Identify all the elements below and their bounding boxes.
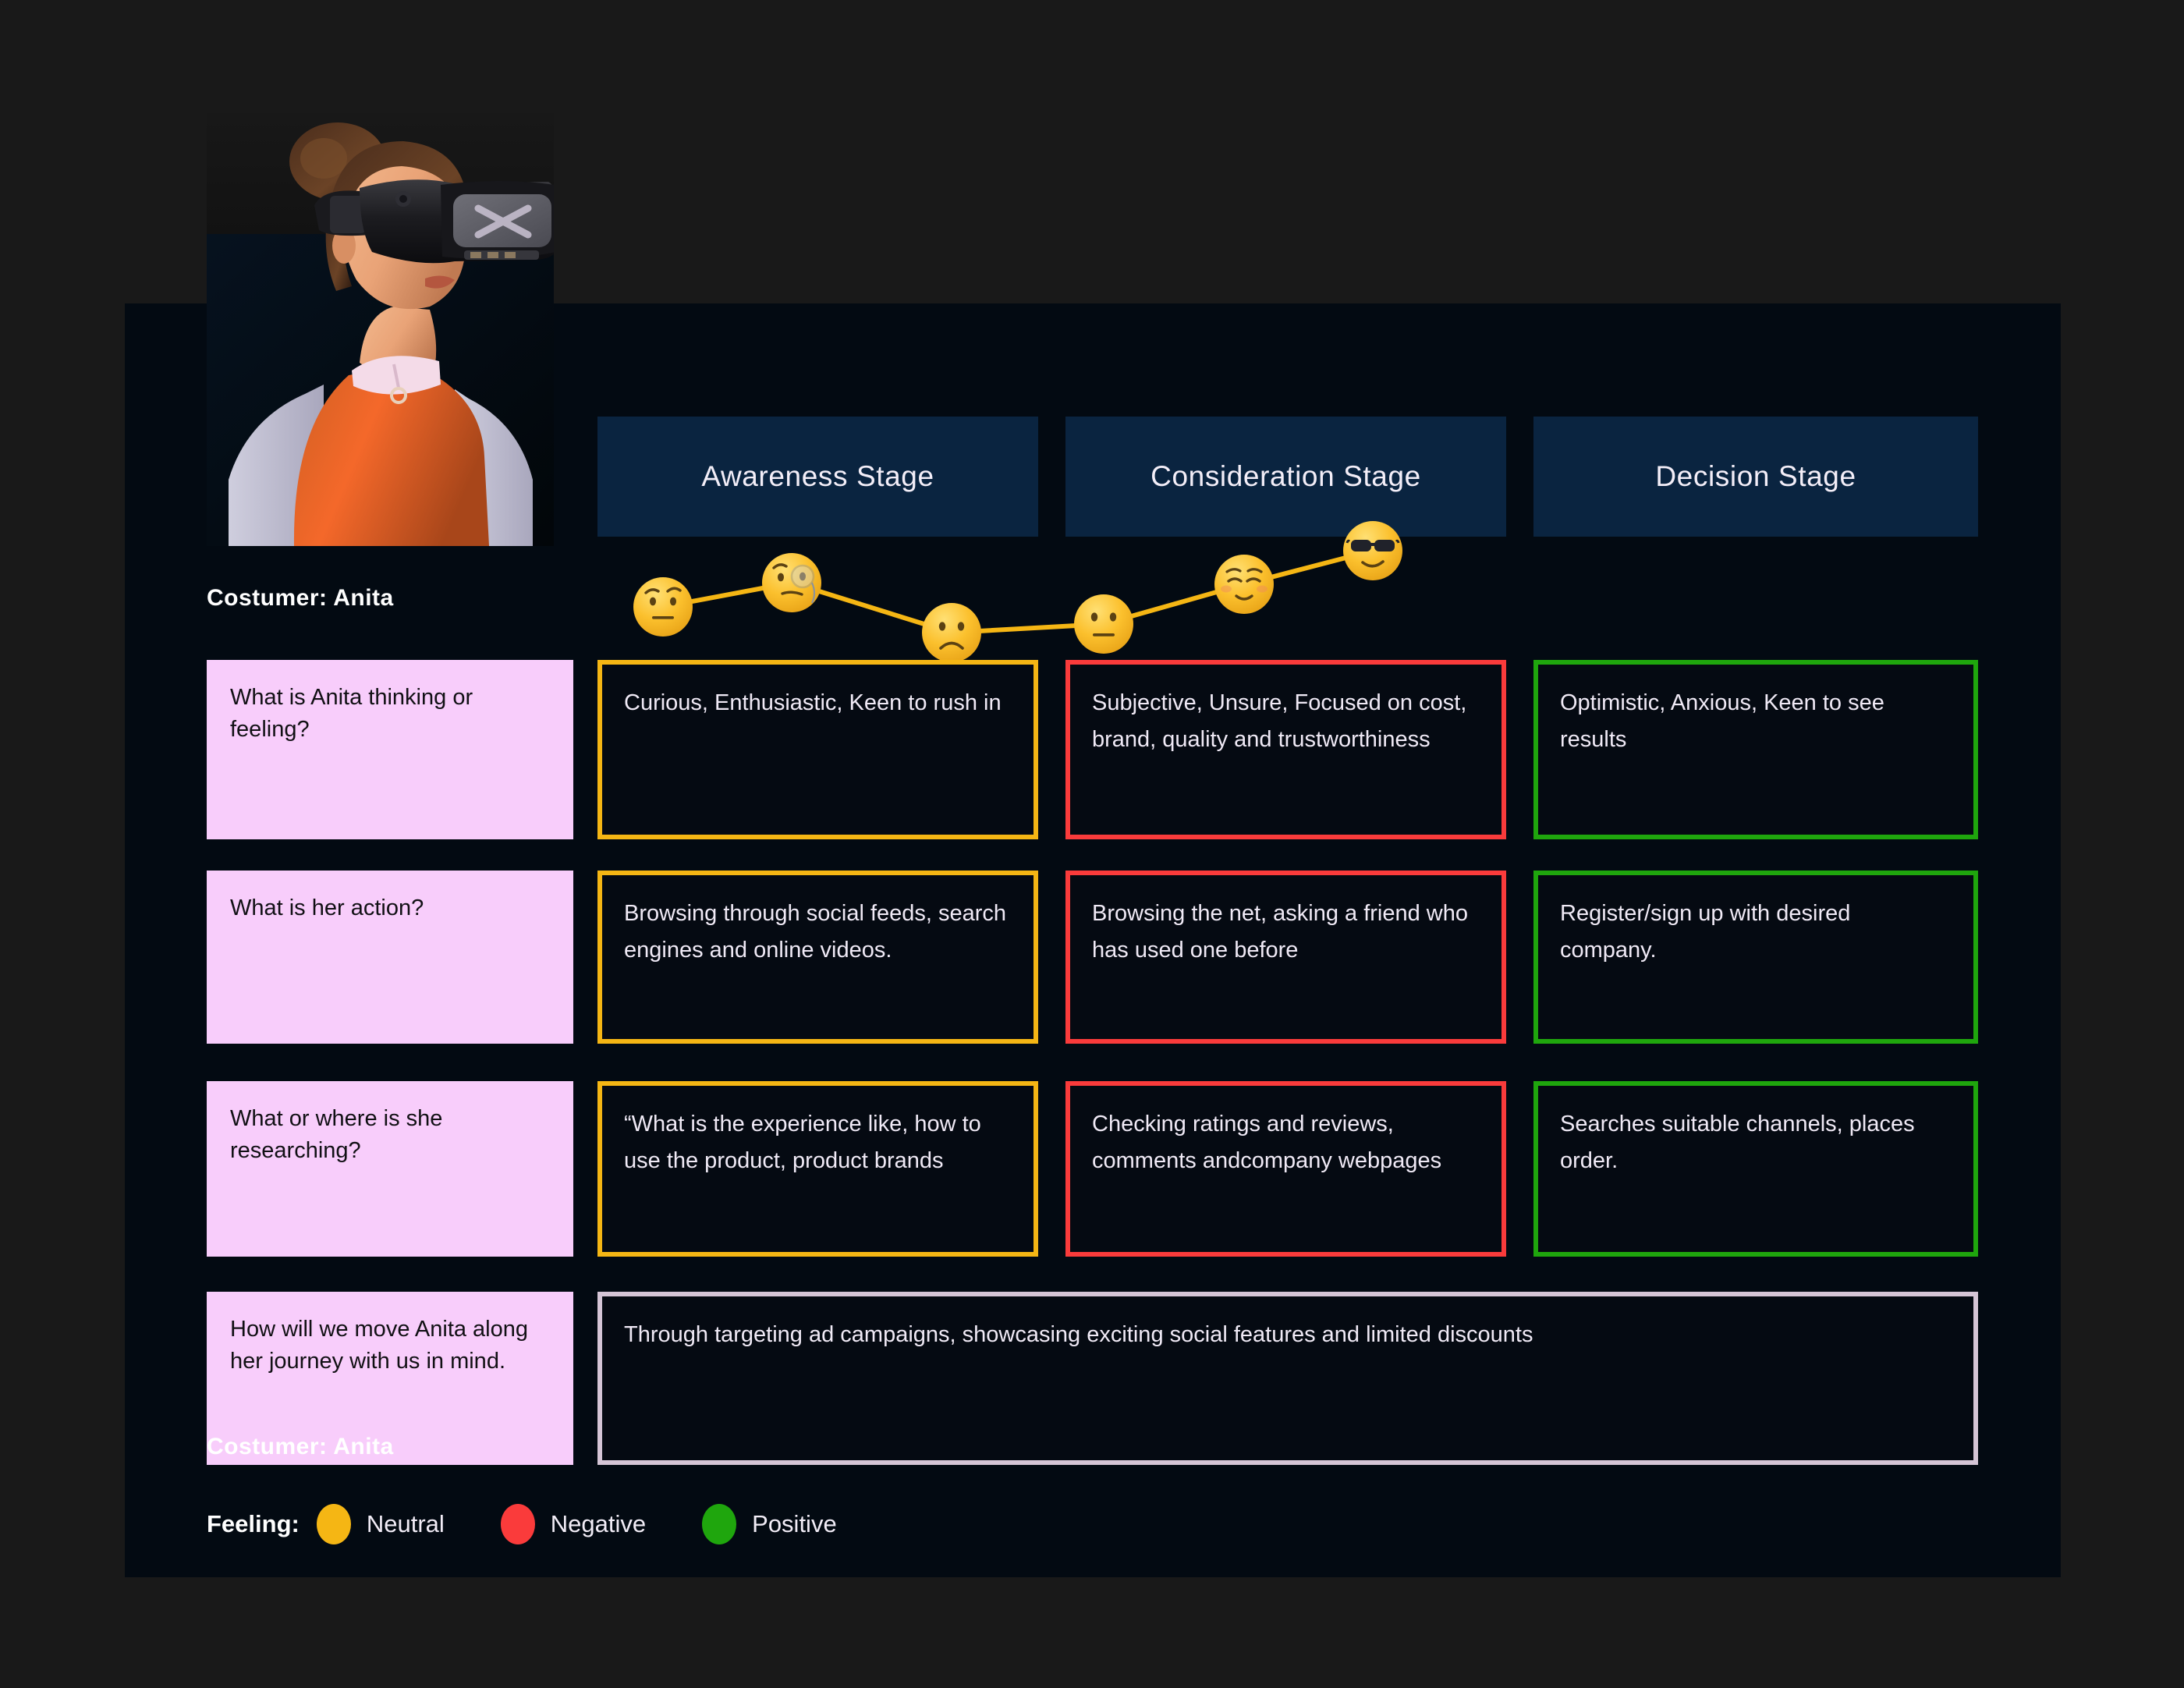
cell-text: Through targeting ad campaigns, showcasi… [624, 1322, 1533, 1347]
negative-dot-icon [500, 1504, 535, 1544]
stage-header-label: Awareness Stage [701, 460, 934, 492]
cell-researching-decision: Searches suitable channels, places order… [1533, 1081, 1978, 1257]
journey-map-canvas: Costumer: Anita Awareness Stage Consider… [0, 0, 2184, 1688]
cell-text: Searches suitable channels, places order… [1560, 1112, 1915, 1173]
legend-label: Neutral [366, 1510, 445, 1537]
cell-text: Register/sign up with desired company. [1560, 901, 1851, 963]
relieved-face-icon [1213, 553, 1275, 615]
cell-text: “What is the experience like, how to use… [624, 1112, 981, 1173]
frowning-face-icon [920, 601, 983, 664]
cell-move-along: Through targeting ad campaigns, showcasi… [597, 1292, 1978, 1465]
question-cell-action: What is her action? [207, 871, 573, 1044]
neutral-face-icon [1072, 593, 1135, 655]
cell-thinking-decision: Optimistic, Anxious, Keen to see results [1533, 660, 1978, 839]
legend-item-negative: Negative [500, 1504, 647, 1544]
sunglasses-face-icon [1342, 520, 1404, 582]
monocle-face-icon [760, 551, 823, 614]
cell-thinking-awareness: Curious, Enthusiastic, Keen to rush in [597, 660, 1038, 839]
cell-action-consideration: Browsing the net, asking a friend who ha… [1065, 871, 1506, 1044]
persona-label-watermark: Costumer: Anita [207, 1434, 394, 1459]
feeling-legend: Feeling: Neutral Negative Positive [207, 1504, 893, 1544]
cell-text: Subjective, Unsure, Focused on cost, bra… [1092, 690, 1467, 752]
question-cell-researching: What or where is she researching? [207, 1081, 573, 1257]
cell-action-awareness: Browsing through social feeds, search en… [597, 871, 1038, 1044]
cell-text: Browsing the net, asking a friend who ha… [1092, 901, 1468, 963]
persona-label: Costumer: Anita [207, 585, 394, 611]
stage-header-label: Decision Stage [1655, 460, 1856, 492]
neutral-dot-icon [316, 1504, 351, 1544]
cell-text: Curious, Enthusiastic, Keen to rush in [624, 690, 1002, 715]
cell-thinking-consideration: Subjective, Unsure, Focused on cost, bra… [1065, 660, 1506, 839]
raised-eyebrow-face-icon [632, 576, 694, 638]
stage-header-label: Consideration Stage [1150, 460, 1421, 492]
cell-researching-awareness: “What is the experience like, how to use… [597, 1081, 1038, 1257]
question-label: What or where is she researching? [230, 1106, 443, 1164]
legend-label: Negative [550, 1510, 647, 1537]
legend-item-positive: Positive [702, 1504, 837, 1544]
emotion-journey-chart [593, 515, 1989, 671]
positive-dot-icon [702, 1504, 737, 1544]
legend-item-neutral: Neutral [316, 1504, 445, 1544]
persona-photo [207, 113, 554, 546]
question-label: What is Anita thinking or feeling? [230, 685, 473, 743]
question-label: What is her action? [230, 895, 424, 920]
question-label: How will we move Anita along her journey… [230, 1317, 529, 1374]
cell-researching-consideration: Checking ratings and reviews, comments a… [1065, 1081, 1506, 1257]
question-cell-thinking: What is Anita thinking or feeling? [207, 660, 573, 839]
cell-text: Optimistic, Anxious, Keen to see results [1560, 690, 1884, 752]
cell-text: Browsing through social feeds, search en… [624, 901, 1007, 963]
legend-title: Feeling: [207, 1510, 300, 1537]
cell-text: Checking ratings and reviews, comments a… [1092, 1112, 1442, 1173]
cell-action-decision: Register/sign up with desired company. [1533, 871, 1978, 1044]
legend-label: Positive [752, 1510, 837, 1537]
